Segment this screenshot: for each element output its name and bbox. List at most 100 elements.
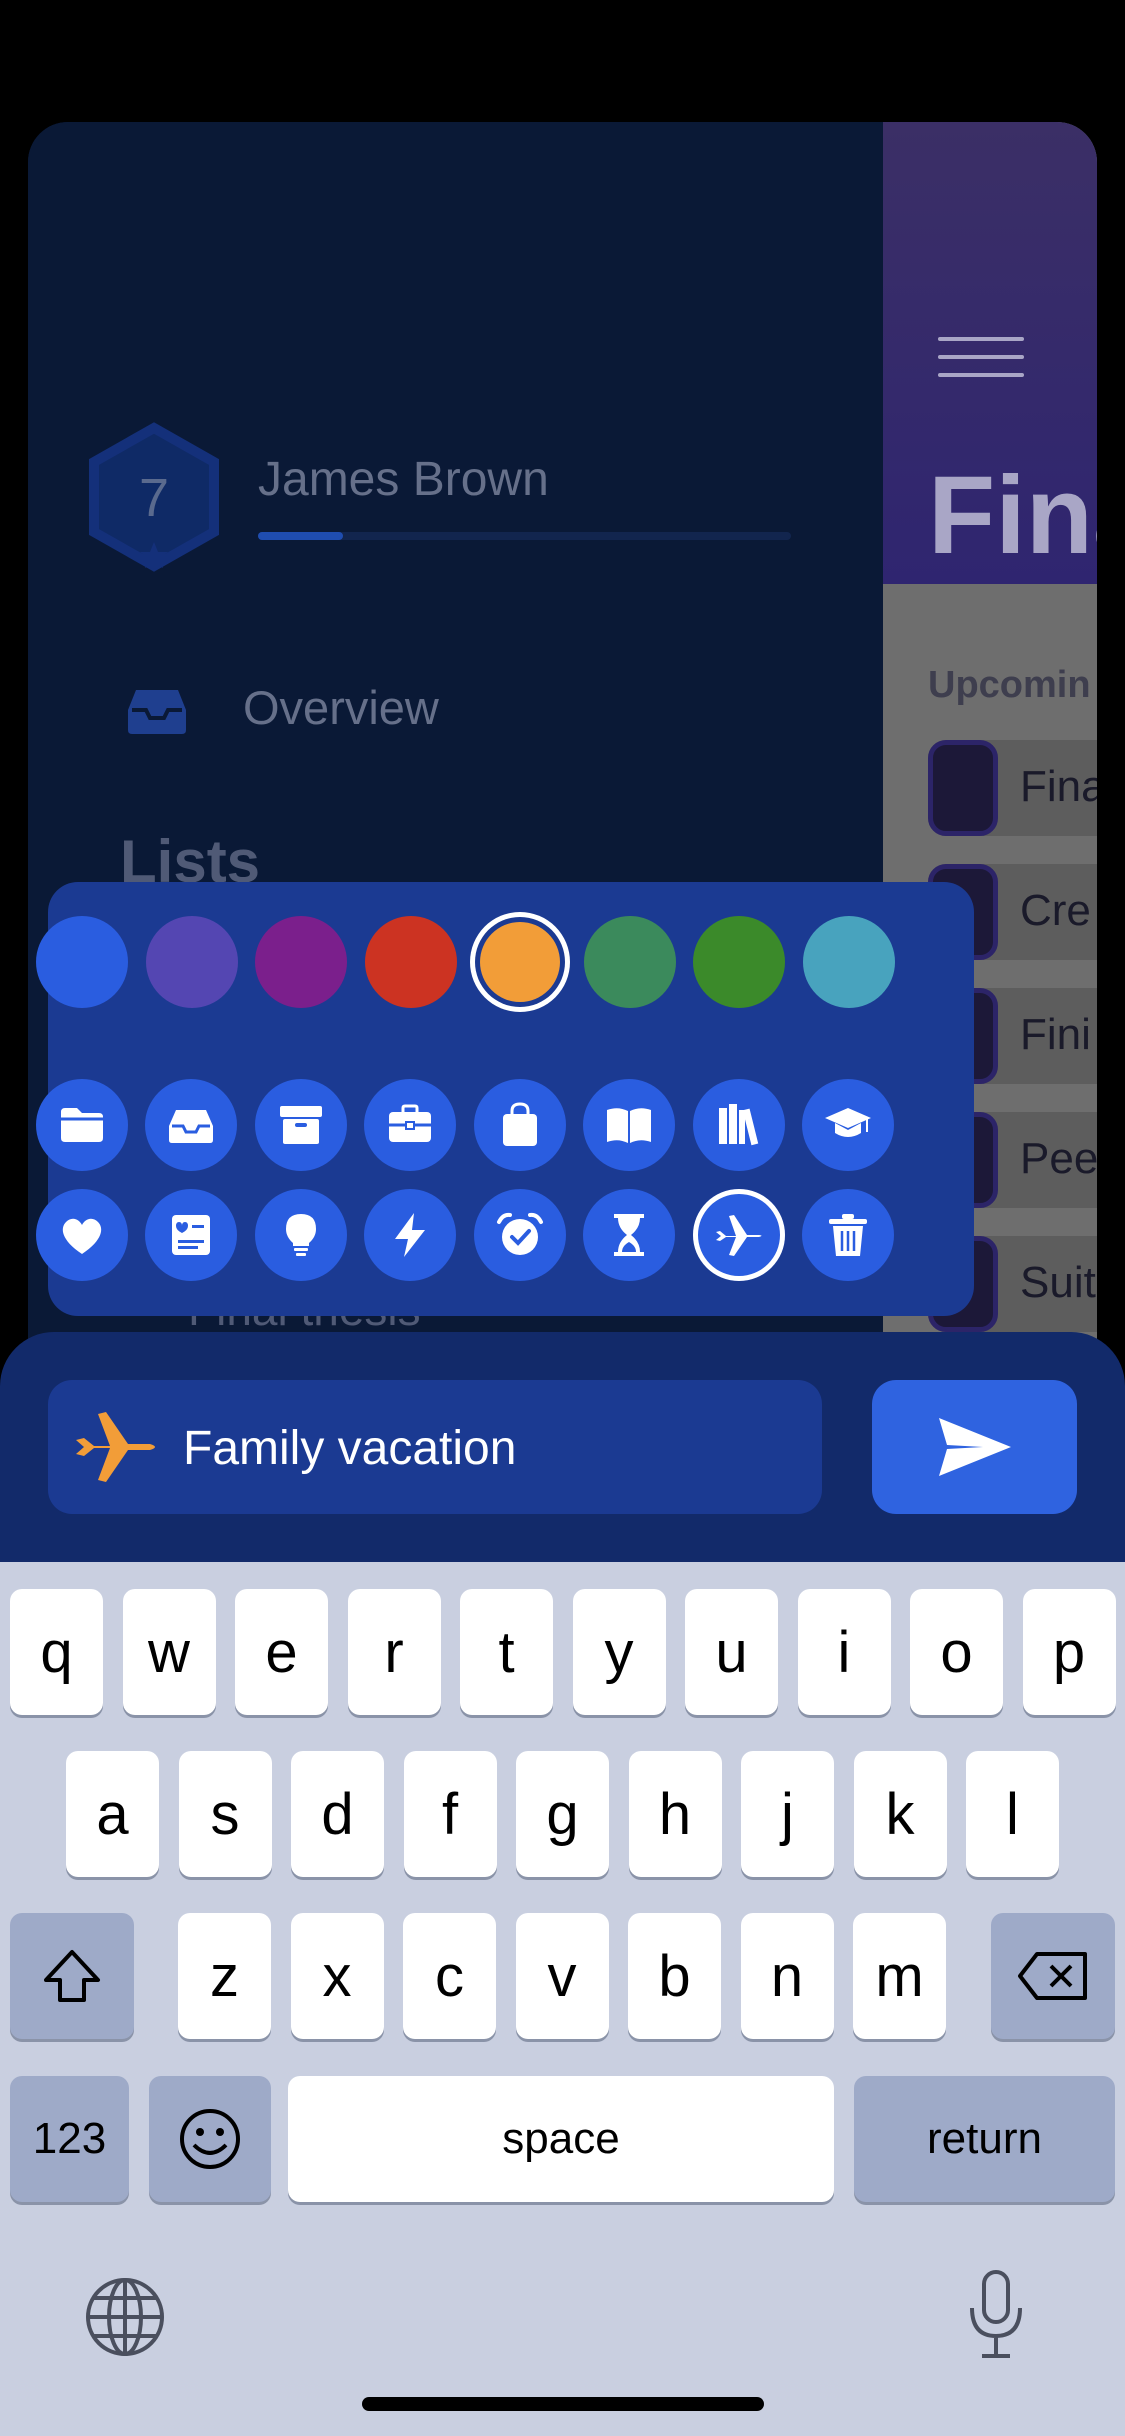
icon-option-lightning-bolt[interactable] — [364, 1189, 457, 1281]
sidebar-item-label: Overview — [243, 681, 439, 734]
task-label: Suit — [1020, 1258, 1096, 1307]
icon-option-inbox-tray[interactable] — [145, 1079, 238, 1171]
shift-icon — [44, 1950, 100, 2002]
icon-option-books[interactable] — [692, 1079, 785, 1171]
heart-icon — [62, 1218, 102, 1254]
icon-option-alarm-clock[interactable] — [473, 1189, 566, 1281]
key-c[interactable]: c — [403, 1913, 496, 2039]
emoji-icon — [180, 2109, 240, 2169]
section-label: Upcomin — [928, 664, 1091, 706]
trash-icon — [829, 1214, 868, 1256]
level-progress-fill — [258, 532, 344, 540]
level-badge-icon: 7 — [89, 422, 219, 572]
microphone-icon — [970, 2270, 1022, 2358]
main-header: Fina — [883, 122, 1097, 584]
shift-key[interactable] — [10, 1913, 134, 2039]
key-k[interactable]: k — [853, 1751, 947, 1877]
hourglass-icon — [614, 1214, 645, 1256]
key-f[interactable]: f — [403, 1751, 497, 1877]
color-swatch-green[interactable] — [693, 916, 785, 1008]
level-progress-bar — [258, 532, 791, 540]
icon-option-archive-box[interactable] — [254, 1079, 347, 1171]
icon-option-shopping-bag[interactable] — [473, 1079, 566, 1171]
color-swatch-indigo[interactable] — [145, 916, 238, 1008]
numbers-key[interactable]: 123 — [10, 2076, 129, 2202]
hamburger-menu-icon[interactable] — [938, 337, 1024, 391]
icon-option-trash[interactable] — [802, 1189, 895, 1281]
color-swatch-purple[interactable] — [255, 916, 347, 1008]
delete-key[interactable] — [991, 1913, 1115, 2039]
user-name: James Brown — [258, 453, 549, 506]
list-name-input[interactable] — [183, 1418, 783, 1478]
books-icon — [718, 1104, 759, 1146]
lightning-bolt-icon — [395, 1213, 426, 1257]
key-j[interactable]: j — [741, 1751, 834, 1877]
dictation-key[interactable] — [964, 2268, 1028, 2365]
key-a[interactable]: a — [66, 1751, 159, 1877]
icon-option-open-book[interactable] — [583, 1079, 676, 1171]
key-w[interactable]: w — [122, 1589, 216, 1715]
key-m[interactable]: m — [853, 1913, 946, 2039]
task-row[interactable]: Fina — [928, 740, 1097, 836]
emoji-key[interactable] — [149, 2076, 271, 2202]
backspace-icon — [1018, 1952, 1087, 2000]
key-z[interactable]: z — [178, 1913, 271, 2039]
icon-option-folder[interactable] — [36, 1079, 128, 1171]
open-book-icon — [607, 1108, 652, 1143]
key-h[interactable]: h — [628, 1751, 722, 1877]
icon-option-id-card[interactable] — [145, 1189, 238, 1281]
color-swatch-teal-green[interactable] — [583, 916, 676, 1008]
task-label: Cre — [1020, 886, 1091, 935]
folder-icon — [61, 1108, 103, 1142]
key-n[interactable]: n — [740, 1913, 834, 2039]
inbox-tray-icon — [169, 1110, 214, 1143]
color-swatch-cyan[interactable] — [802, 916, 895, 1008]
alarm-clock-icon — [496, 1212, 543, 1255]
task-label: Fina — [1020, 762, 1097, 811]
key-i[interactable]: i — [797, 1589, 891, 1715]
send-button[interactable] — [872, 1380, 1077, 1514]
key-d[interactable]: d — [291, 1751, 384, 1877]
key-p[interactable]: p — [1022, 1589, 1116, 1715]
icon-option-lightbulb[interactable] — [254, 1189, 347, 1281]
key-o[interactable]: o — [910, 1589, 1003, 1715]
home-indicator — [362, 2397, 764, 2411]
space-key[interactable]: space — [288, 2076, 834, 2202]
archive-box-icon — [279, 1106, 322, 1144]
key-g[interactable]: g — [516, 1751, 609, 1877]
color-swatch-blue[interactable] — [36, 916, 128, 1008]
key-r[interactable]: r — [347, 1589, 441, 1715]
lightbulb-icon — [285, 1214, 316, 1256]
key-x[interactable]: x — [290, 1913, 384, 2039]
icon-option-hourglass[interactable] — [583, 1189, 676, 1281]
briefcase-icon — [389, 1104, 432, 1142]
graduation-cap-icon — [825, 1108, 872, 1137]
globe-icon — [86, 2278, 164, 2356]
list-style-picker — [36, 882, 974, 1316]
icon-option-briefcase[interactable] — [364, 1079, 457, 1171]
icon-option-graduation-cap[interactable] — [802, 1079, 895, 1171]
page-title: Fina — [928, 454, 1097, 577]
globe-key[interactable] — [84, 2276, 166, 2363]
color-swatch-orange[interactable] — [480, 922, 560, 1002]
key-s[interactable]: s — [178, 1751, 272, 1877]
key-l[interactable]: l — [966, 1751, 1059, 1877]
return-key[interactable]: return — [854, 2076, 1115, 2202]
shopping-bag-icon — [502, 1102, 537, 1146]
key-u[interactable]: u — [685, 1589, 778, 1715]
key-y[interactable]: y — [572, 1589, 666, 1715]
task-label: Fini — [1020, 1010, 1091, 1059]
key-b[interactable]: b — [628, 1913, 721, 2039]
key-e[interactable]: e — [235, 1589, 328, 1715]
checkbox[interactable] — [928, 740, 998, 836]
key-t[interactable]: t — [460, 1589, 553, 1715]
task-label: Pee — [1020, 1134, 1097, 1183]
key-q[interactable]: q — [10, 1589, 103, 1715]
id-card-icon — [172, 1215, 211, 1255]
key-v[interactable]: v — [515, 1913, 609, 2039]
icon-option-heart[interactable] — [36, 1189, 128, 1281]
list-name-field[interactable] — [48, 1380, 822, 1514]
keyboard: qwertyuiop asdfghjkl zxcvbnm 123 space r… — [0, 1562, 1125, 2436]
icon-option-airplane[interactable] — [692, 1189, 785, 1281]
color-swatch-red[interactable] — [364, 916, 457, 1008]
